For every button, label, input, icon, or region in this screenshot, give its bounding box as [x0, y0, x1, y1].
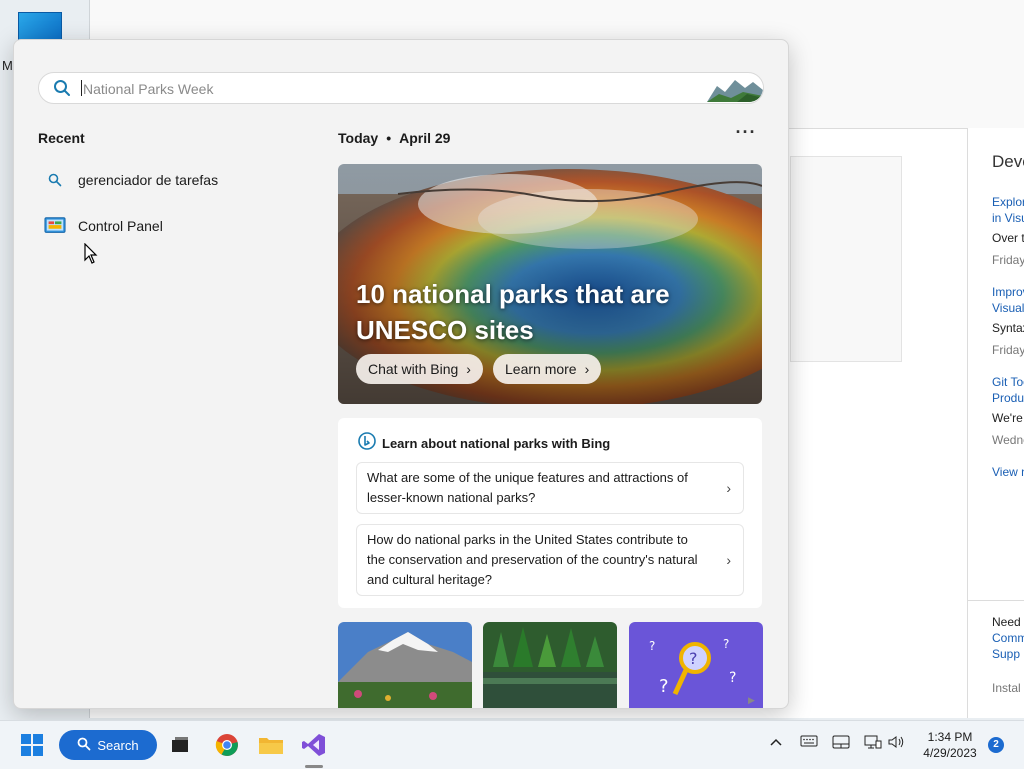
bing-icon — [358, 432, 376, 455]
volume-tray-button[interactable] — [888, 735, 906, 752]
recent-item-control-panel[interactable]: Control Panel — [44, 210, 294, 242]
svg-text:?: ? — [689, 649, 698, 668]
network-tray-button[interactable] — [864, 735, 882, 752]
hero-card[interactable]: 10 national parks that are UNESCO sites … — [338, 164, 762, 404]
need-help-text: Need — [992, 615, 1021, 629]
bing-card-title: Learn about national parks with Bing — [382, 436, 611, 451]
chevron-right-icon: › — [726, 552, 731, 568]
bing-question-item[interactable]: What are some of the unique features and… — [356, 462, 744, 514]
developer-news-panel: Deve Explor in Visu Over t Friday, Impro… — [967, 128, 1024, 718]
recent-item-label: gerenciador de tarefas — [78, 172, 219, 188]
today-header: Today • April 29 — [338, 130, 450, 146]
scroll-down-arrow-icon[interactable]: ▶ — [748, 695, 758, 705]
task-view-button[interactable] — [164, 729, 196, 761]
installed-text: Instal — [992, 681, 1021, 695]
recent-title: Recent — [38, 130, 85, 146]
dev-news-desc: We're — [992, 411, 1023, 425]
svg-text:?: ? — [659, 676, 669, 697]
keyboard-tray-button[interactable] — [800, 735, 818, 750]
recent-item-gerenciador[interactable]: gerenciador de tarefas — [44, 164, 294, 196]
touchpad-icon — [832, 735, 850, 749]
dev-news-desc: Syntax — [992, 321, 1024, 335]
dev-news-link[interactable]: in Visu — [992, 210, 1024, 226]
taskbar: Search 1:34 PM 4/29/2023 2 — [0, 720, 1024, 769]
thumbnail-mountain[interactable] — [338, 622, 472, 708]
dev-news-link[interactable]: Produc — [992, 390, 1024, 406]
more-options-button[interactable]: ··· — [734, 123, 758, 146]
task-view-icon — [172, 737, 188, 752]
chat-with-bing-button[interactable]: Chat with Bing › — [356, 354, 483, 384]
thumbnail-quiz[interactable]: ? ? ? ? ? — [629, 622, 763, 708]
button-label: Learn more — [505, 361, 577, 377]
taskbar-search-label: Search — [97, 737, 139, 753]
dev-news-link[interactable]: Explor — [992, 194, 1024, 210]
search-input[interactable] — [81, 77, 685, 101]
chevron-up-icon — [770, 738, 782, 746]
dev-news-link[interactable]: Improv — [992, 284, 1024, 300]
search-icon — [44, 169, 66, 191]
button-label: Chat with Bing — [368, 361, 459, 377]
divider — [968, 600, 1024, 601]
support-link[interactable]: Supp — [992, 646, 1020, 662]
chrome-icon — [215, 734, 238, 756]
recent-item-label: Control Panel — [78, 218, 163, 234]
chevron-right-icon: › — [466, 361, 471, 377]
view-more-link[interactable]: View n — [992, 464, 1024, 480]
control-panel-icon — [44, 215, 66, 237]
background-card — [790, 156, 902, 362]
bing-card-header: Learn about national parks with Bing — [358, 432, 610, 455]
search-box[interactable] — [38, 72, 764, 104]
keyboard-icon — [800, 735, 818, 747]
dev-news-date: Friday, — [992, 253, 1024, 267]
dev-panel-title: Deve — [992, 152, 1024, 171]
chevron-right-icon: › — [726, 480, 731, 496]
hero-title: 10 national parks that are UNESCO sites — [356, 279, 670, 345]
today-label: Today — [338, 130, 379, 146]
start-button[interactable] — [16, 729, 48, 761]
folder-icon — [259, 738, 283, 754]
dev-news-link[interactable]: Visual — [992, 300, 1024, 316]
svg-text:?: ? — [723, 637, 729, 651]
question-text: What are some of the unique features and… — [367, 470, 688, 505]
windows-logo-icon — [21, 734, 43, 756]
dev-news-date: Friday, — [992, 343, 1024, 357]
today-date: April 29 — [399, 130, 451, 146]
search-flyout: Recent gerenciador de tarefas Control Pa… — [13, 39, 789, 709]
learn-more-button[interactable]: Learn more › — [493, 354, 602, 384]
text-caret — [81, 80, 82, 96]
file-explorer-button[interactable] — [255, 729, 287, 761]
mouse-cursor-icon — [84, 242, 98, 270]
search-icon — [77, 737, 91, 754]
bing-questions-card: Learn about national parks with Bing Wha… — [338, 418, 762, 608]
dev-news-date: Wedne — [992, 433, 1024, 447]
volume-icon — [888, 736, 904, 748]
notification-badge[interactable]: 2 — [988, 737, 1004, 753]
clock-time: 1:34 PM — [927, 730, 973, 744]
svg-text:?: ? — [729, 670, 736, 686]
community-link[interactable]: Comm — [992, 630, 1024, 646]
desktop-icon-label: M — [2, 58, 13, 73]
show-hidden-icons-button[interactable] — [770, 735, 782, 750]
search-highlight-image[interactable] — [707, 74, 763, 102]
bing-question-item[interactable]: How do national parks in the United Stat… — [356, 524, 744, 596]
today-separator: • — [386, 130, 392, 146]
taskbar-clock[interactable]: 1:34 PM 4/29/2023 — [920, 729, 980, 761]
taskbar-search-button[interactable]: Search — [59, 730, 157, 760]
chrome-taskbar-button[interactable] — [211, 729, 243, 761]
network-icon — [864, 735, 882, 749]
question-text: How do national parks in the United Stat… — [367, 532, 698, 587]
touchpad-tray-button[interactable] — [832, 735, 850, 752]
dev-news-link[interactable]: Git Too — [992, 374, 1024, 390]
visual-studio-button[interactable] — [298, 729, 330, 761]
clock-date: 4/29/2023 — [923, 746, 977, 760]
dev-news-desc: Over t — [992, 231, 1024, 245]
visual-studio-icon — [302, 734, 325, 756]
chevron-right-icon: › — [584, 361, 590, 377]
thumbnail-forest[interactable] — [483, 622, 617, 708]
search-icon — [53, 79, 71, 97]
svg-text:?: ? — [649, 639, 655, 653]
